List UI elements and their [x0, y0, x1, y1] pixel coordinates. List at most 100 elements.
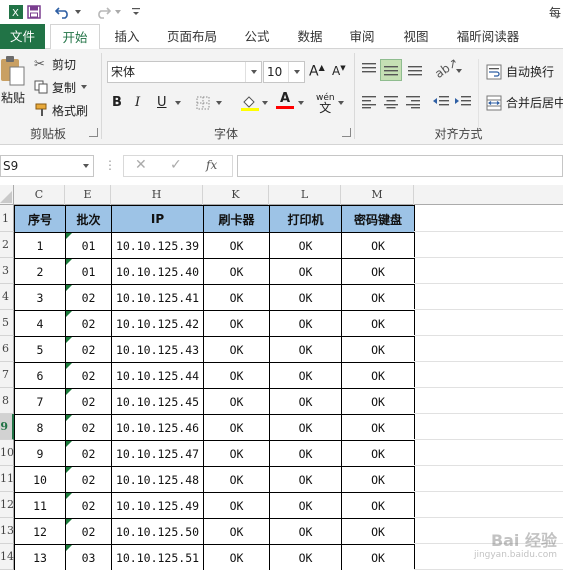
- table-cell[interactable]: OK: [269, 518, 342, 545]
- bold-button[interactable]: B: [112, 95, 122, 110]
- table-cell[interactable]: 10.10.125.40: [111, 258, 204, 285]
- enter-icon[interactable]: ✓: [170, 157, 182, 173]
- underline-button[interactable]: U: [157, 95, 167, 110]
- table-cell[interactable]: 10.10.125.50: [111, 518, 204, 545]
- fill-color-dropdown-icon[interactable]: [262, 101, 268, 105]
- table-cell[interactable]: 10.10.125.39: [111, 232, 204, 259]
- tab-foxit-reader[interactable]: 福昕阅读器: [448, 24, 528, 49]
- row-header[interactable]: 13: [0, 518, 14, 544]
- table-cell[interactable]: 13: [14, 544, 66, 570]
- table-cell[interactable]: OK: [203, 336, 270, 363]
- row-header[interactable]: 2: [0, 232, 14, 258]
- table-cell[interactable]: OK: [203, 388, 270, 415]
- table-cell[interactable]: OK: [203, 440, 270, 467]
- table-cell[interactable]: OK: [269, 336, 342, 363]
- column-title[interactable]: 密码键盘: [341, 205, 415, 233]
- table-cell[interactable]: 02: [65, 440, 112, 467]
- table-cell[interactable]: OK: [341, 258, 415, 285]
- customize-qat-icon[interactable]: [130, 2, 142, 22]
- table-cell[interactable]: OK: [269, 232, 342, 259]
- copy-dropdown-icon[interactable]: [81, 85, 88, 89]
- table-cell[interactable]: OK: [269, 414, 342, 441]
- row-header[interactable]: 1: [0, 205, 14, 232]
- save-icon[interactable]: [24, 2, 44, 22]
- underline-dropdown-icon[interactable]: [175, 101, 181, 105]
- column-header-e[interactable]: E: [65, 185, 111, 205]
- row-header[interactable]: 8: [0, 388, 14, 414]
- table-cell[interactable]: OK: [341, 466, 415, 493]
- tab-data[interactable]: 数据: [288, 24, 332, 49]
- table-cell[interactable]: 02: [65, 518, 112, 545]
- table-cell[interactable]: 10.10.125.49: [111, 492, 204, 519]
- table-cell[interactable]: OK: [203, 518, 270, 545]
- empty-cells[interactable]: [414, 205, 563, 570]
- table-cell[interactable]: 02: [65, 336, 112, 363]
- table-cell[interactable]: 10.10.125.44: [111, 362, 204, 389]
- row-header[interactable]: 3: [0, 258, 14, 284]
- table-cell[interactable]: OK: [269, 258, 342, 285]
- phonetic-button[interactable]: wén 文: [316, 93, 335, 114]
- align-left-button[interactable]: [360, 95, 378, 109]
- table-cell[interactable]: OK: [203, 284, 270, 311]
- column-title[interactable]: 刷卡器: [203, 205, 270, 233]
- table-cell[interactable]: OK: [203, 232, 270, 259]
- decrease-font-button[interactable]: A▼: [332, 64, 346, 78]
- row-header[interactable]: 6: [0, 336, 14, 362]
- merge-center-button[interactable]: 合并后居中: [486, 94, 563, 111]
- borders-button[interactable]: [196, 96, 212, 110]
- table-cell[interactable]: 10.10.125.48: [111, 466, 204, 493]
- increase-font-button[interactable]: A▲: [309, 63, 325, 80]
- select-all-corner[interactable]: [0, 185, 14, 205]
- align-top-button[interactable]: [360, 61, 378, 77]
- table-cell[interactable]: 10.10.125.43: [111, 336, 204, 363]
- table-cell[interactable]: 02: [65, 388, 112, 415]
- table-cell[interactable]: OK: [341, 336, 415, 363]
- table-cell[interactable]: 10.10.125.51: [111, 544, 204, 570]
- row-header[interactable]: 5: [0, 310, 14, 336]
- paste-button[interactable]: 粘贴: [0, 55, 26, 123]
- row-header[interactable]: 12: [0, 492, 14, 518]
- tab-insert[interactable]: 插入: [104, 24, 150, 49]
- table-cell[interactable]: 3: [14, 284, 66, 311]
- align-right-button[interactable]: [404, 95, 422, 109]
- table-cell[interactable]: OK: [203, 258, 270, 285]
- table-cell[interactable]: 10.10.125.42: [111, 310, 204, 337]
- tab-view[interactable]: 视图: [394, 24, 438, 49]
- table-cell[interactable]: 10.10.125.47: [111, 440, 204, 467]
- table-cell[interactable]: OK: [203, 310, 270, 337]
- table-cell[interactable]: 7: [14, 388, 66, 415]
- table-cell[interactable]: OK: [203, 466, 270, 493]
- table-cell[interactable]: OK: [203, 492, 270, 519]
- table-cell[interactable]: OK: [341, 518, 415, 545]
- table-cell[interactable]: OK: [269, 440, 342, 467]
- table-cell[interactable]: OK: [269, 544, 342, 570]
- table-cell[interactable]: 10: [14, 466, 66, 493]
- column-header-k[interactable]: K: [203, 185, 269, 205]
- table-cell[interactable]: OK: [269, 466, 342, 493]
- table-cell[interactable]: OK: [203, 544, 270, 570]
- table-cell[interactable]: 10.10.125.45: [111, 388, 204, 415]
- table-cell[interactable]: OK: [341, 492, 415, 519]
- italic-button[interactable]: I: [135, 95, 140, 110]
- table-cell[interactable]: 9: [14, 440, 66, 467]
- orientation-dropdown-icon[interactable]: [456, 69, 462, 73]
- column-title[interactable]: 批次: [65, 205, 112, 233]
- tab-file[interactable]: 文件: [0, 24, 45, 49]
- copy-button[interactable]: 复制: [34, 78, 88, 96]
- table-cell[interactable]: 02: [65, 284, 112, 311]
- row-header[interactable]: 11: [0, 466, 14, 492]
- table-cell[interactable]: OK: [341, 440, 415, 467]
- row-header[interactable]: 9: [0, 414, 14, 440]
- redo-dropdown-icon[interactable]: [113, 2, 123, 22]
- font-color-button[interactable]: A: [276, 92, 294, 109]
- table-cell[interactable]: 01: [65, 232, 112, 259]
- table-cell[interactable]: OK: [269, 362, 342, 389]
- table-cell[interactable]: 02: [65, 362, 112, 389]
- cut-button[interactable]: ✂ 剪切: [34, 55, 76, 73]
- formula-input[interactable]: [237, 155, 563, 177]
- table-cell[interactable]: 6: [14, 362, 66, 389]
- table-cell[interactable]: 11: [14, 492, 66, 519]
- tab-home[interactable]: 开始: [50, 24, 100, 50]
- phonetic-dropdown-icon[interactable]: [338, 101, 344, 105]
- name-box-dropdown-icon[interactable]: [83, 164, 89, 168]
